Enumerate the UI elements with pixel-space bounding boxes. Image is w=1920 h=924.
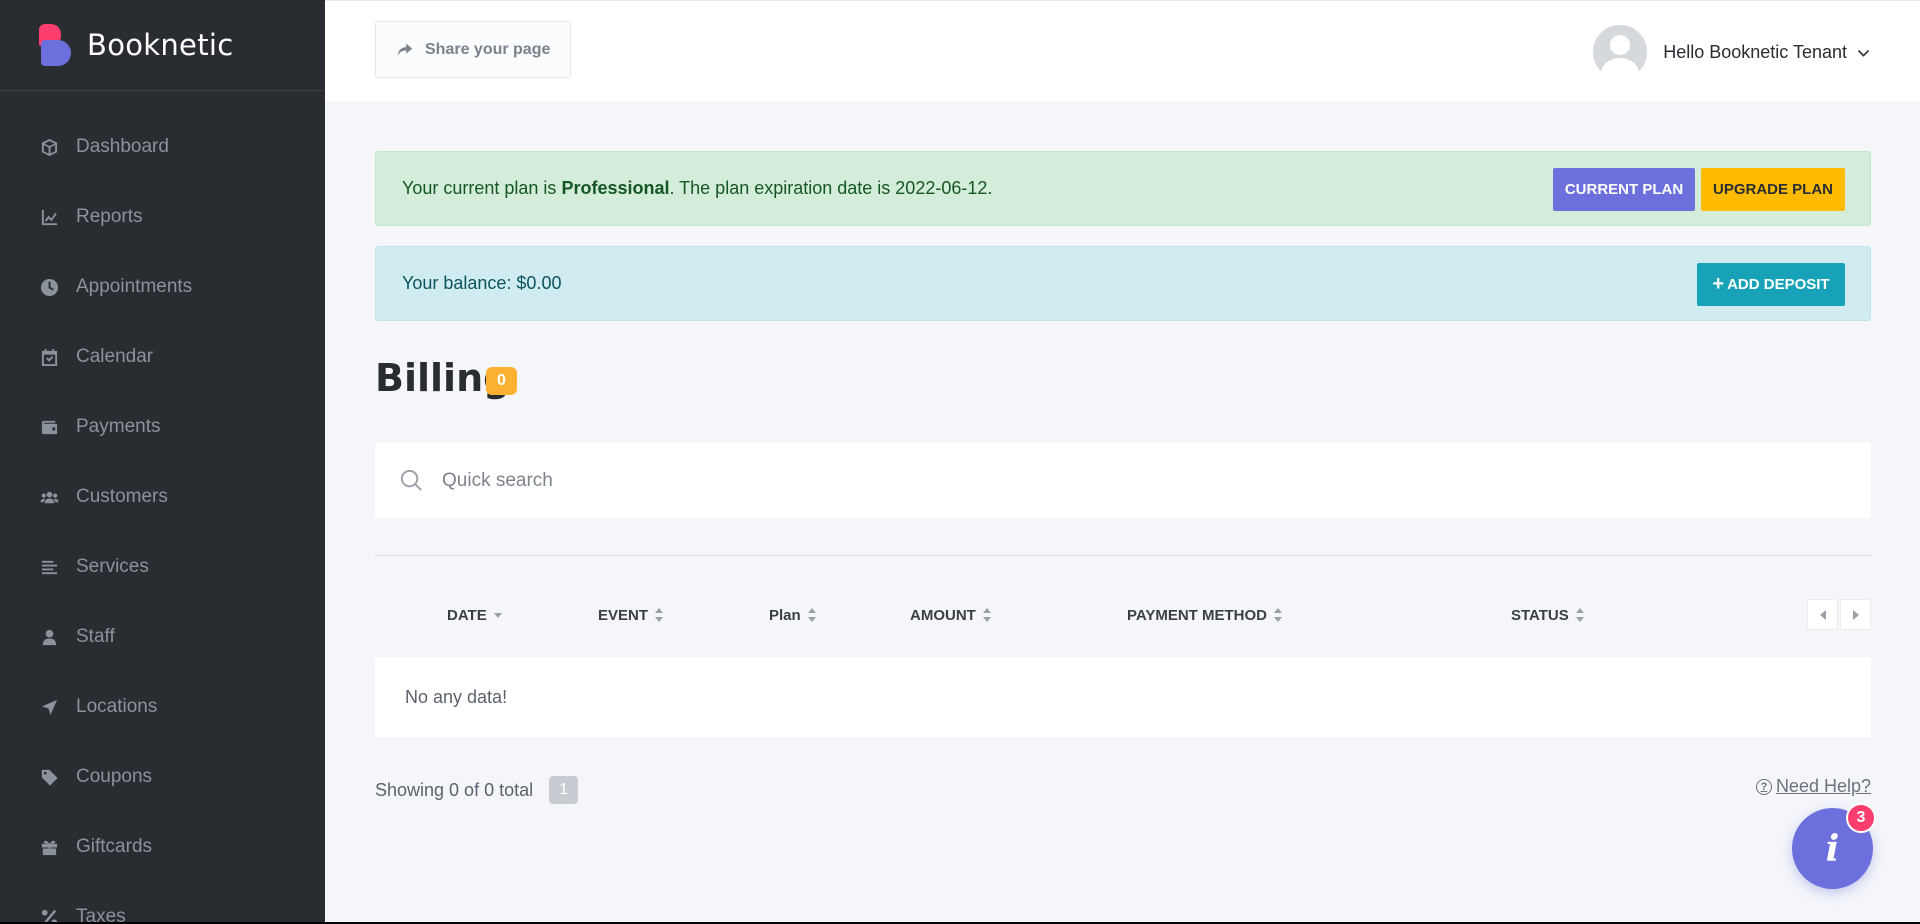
clock-icon (39, 277, 59, 297)
plan-alert: Your current plan is Professional. The p… (375, 151, 1871, 226)
notification-badge: 3 (1846, 803, 1876, 833)
current-plan-button[interactable]: CURRENT PLAN (1553, 168, 1695, 211)
question-circle-icon: ? (1755, 778, 1772, 795)
plan-name: Professional (561, 178, 670, 198)
plan-alert-prefix: Your current plan is (402, 178, 562, 198)
column-date[interactable]: DATE (447, 595, 503, 635)
balance-text: Your balance: $0.00 (402, 273, 562, 293)
need-help-label: Need Help? (1775, 776, 1871, 796)
column-status[interactable]: STATUS (1511, 595, 1585, 635)
user-icon (39, 627, 59, 647)
sidebar-item-label: Calendar (76, 346, 154, 367)
column-label: STATUS (1511, 606, 1569, 624)
next-page-button[interactable] (1840, 599, 1871, 630)
sidebar-item-label: Appointments (76, 276, 193, 297)
column-label: EVENT (598, 606, 649, 624)
share-page-button[interactable]: Share your page (375, 21, 571, 78)
sort-icon (655, 608, 664, 622)
column-label: Plan (769, 606, 801, 624)
search-box (375, 443, 1871, 518)
share-icon (397, 43, 413, 56)
sidebar-item-label: Customers (76, 486, 168, 507)
plan-alert-suffix: . The plan expiration date is 2022-06-12… (669, 178, 993, 198)
count-badge: 0 (486, 367, 517, 395)
plus-icon: + (1712, 273, 1725, 295)
sidebar-item-label: Staff (76, 626, 115, 647)
prev-page-button[interactable] (1807, 599, 1838, 630)
sidebar-item-label: Dashboard (76, 136, 169, 157)
brand-name: Booknetic (87, 28, 234, 62)
sidebar-item-coupons[interactable]: Coupons (0, 742, 325, 812)
sort-desc-icon (493, 608, 503, 622)
sidebar-nav: Dashboard Reports Appointments Calendar … (0, 91, 325, 924)
chevron-down-icon (1857, 49, 1870, 57)
sidebar-item-locations[interactable]: Locations (0, 672, 325, 742)
empty-state-row: No any data! (375, 657, 1871, 737)
sidebar: Booknetic Dashboard Reports Appointments… (0, 0, 325, 924)
table-header: DATE EVENT Plan AMOUNT PAYMENT METHOD ST… (375, 595, 1871, 635)
search-input[interactable] (442, 469, 1822, 492)
user-menu[interactable]: Hello Booknetic Tenant (1593, 25, 1870, 79)
column-payment-method[interactable]: PAYMENT METHOD (1127, 595, 1283, 635)
sort-icon (807, 608, 817, 622)
gift-icon (39, 837, 59, 857)
divider (375, 555, 1871, 556)
sidebar-item-label: Coupons (76, 766, 153, 787)
page-number-button[interactable]: 1 (549, 776, 579, 804)
sort-icon (1274, 608, 1283, 622)
info-icon: i (1825, 827, 1840, 870)
sidebar-item-label: Services (76, 556, 149, 577)
showing-text: Showing 0 of 0 total (375, 779, 534, 800)
wallet-icon (39, 417, 59, 437)
calendar-check-icon (39, 347, 59, 367)
cube-icon (39, 137, 59, 157)
plan-alert-text: Your current plan is Professional. The p… (402, 178, 992, 199)
column-label: AMOUNT (910, 606, 976, 624)
sidebar-item-label: Locations (76, 696, 158, 717)
balance-alert: Your balance: $0.00 + ADD DEPOSIT (375, 246, 1871, 321)
chevron-left-icon (1819, 609, 1826, 620)
sidebar-item-calendar[interactable]: Calendar (0, 322, 325, 392)
share-page-label: Share your page (425, 40, 551, 58)
avatar (1593, 25, 1648, 79)
pagination-info: Showing 0 of 0 total 1 (375, 776, 579, 804)
user-greeting: Hello Booknetic Tenant (1663, 41, 1847, 62)
column-amount[interactable]: AMOUNT (910, 595, 992, 635)
sidebar-item-staff[interactable]: Staff (0, 602, 325, 672)
sidebar-item-payments[interactable]: Payments (0, 392, 325, 462)
sort-icon (1575, 608, 1585, 622)
table-pager (1807, 599, 1871, 630)
sidebar-item-services[interactable]: Services (0, 532, 325, 602)
sidebar-item-label: Payments (76, 416, 161, 437)
sidebar-item-label: Reports (76, 206, 143, 227)
users-icon (39, 487, 59, 507)
chevron-right-icon (1852, 609, 1859, 620)
upgrade-plan-button[interactable]: UPGRADE PLAN (1701, 168, 1845, 211)
sidebar-item-appointments[interactable]: Appointments (0, 252, 325, 322)
column-plan[interactable]: Plan (769, 595, 817, 635)
add-deposit-label: ADD DEPOSIT (1727, 276, 1830, 293)
add-deposit-button[interactable]: + ADD DEPOSIT (1697, 263, 1845, 306)
sidebar-item-dashboard[interactable]: Dashboard (0, 112, 325, 182)
column-event[interactable]: EVENT (598, 595, 664, 635)
chart-line-icon (39, 207, 59, 227)
sidebar-item-taxes[interactable]: Taxes (0, 882, 325, 924)
column-label: DATE (447, 606, 487, 624)
sidebar-item-customers[interactable]: Customers (0, 462, 325, 532)
brand[interactable]: Booknetic (0, 0, 325, 91)
booknetic-logo (39, 24, 73, 66)
list-icon (39, 557, 59, 577)
topbar: Share your page Hello Booknetic Tenant (325, 0, 1920, 101)
sidebar-item-label: Giftcards (76, 836, 153, 857)
sidebar-item-giftcards[interactable]: Giftcards (0, 812, 325, 882)
sort-icon (982, 608, 992, 622)
need-help-link[interactable]: ? Need Help? (1755, 776, 1871, 797)
column-label: PAYMENT METHOD (1127, 606, 1268, 624)
location-arrow-icon (39, 697, 59, 717)
tag-icon (39, 767, 59, 787)
sidebar-item-reports[interactable]: Reports (0, 182, 325, 252)
search-icon (400, 469, 422, 491)
